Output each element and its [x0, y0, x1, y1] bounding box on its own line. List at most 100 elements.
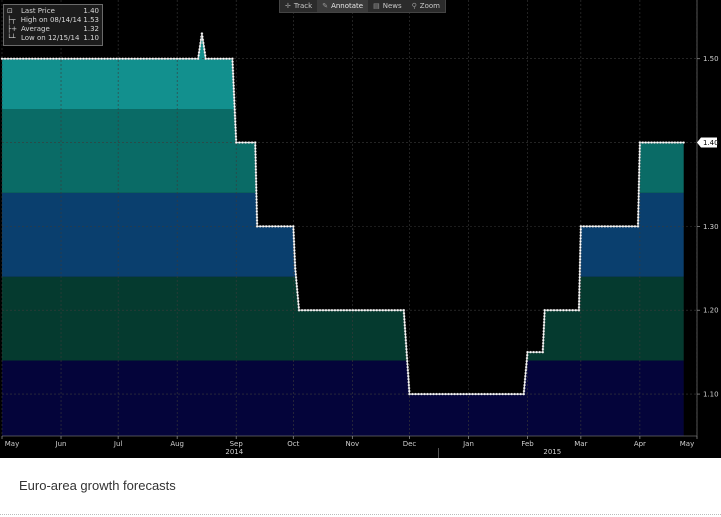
price-point	[542, 320, 546, 324]
price-point	[542, 329, 545, 333]
price-point	[254, 150, 257, 153]
price-point	[0, 57, 4, 60]
price-point	[49, 57, 52, 60]
price-point	[562, 308, 565, 312]
price-point	[399, 308, 403, 312]
chart-legend: ⊡ Last Price 1.40 ├┬ High on 08/14/14 1.…	[3, 4, 103, 46]
price-point	[233, 99, 236, 102]
price-point	[133, 57, 137, 60]
price-point	[342, 308, 346, 312]
price-point	[402, 314, 406, 318]
price-point	[402, 308, 406, 312]
price-point	[280, 225, 283, 228]
price-point	[591, 225, 595, 228]
price-point	[407, 377, 410, 381]
price-point	[210, 57, 213, 60]
price-point	[255, 210, 259, 213]
price-point	[232, 93, 236, 96]
price-point	[254, 174, 258, 177]
last-value-label: 1.40	[703, 139, 719, 147]
price-point	[585, 225, 589, 228]
year-label: 2014	[225, 448, 243, 456]
track-button[interactable]: ✛ Track	[280, 0, 317, 12]
price-point	[579, 231, 582, 234]
price-point	[254, 168, 258, 171]
price-point	[408, 389, 411, 393]
price-point	[407, 386, 411, 390]
area-band-1	[2, 360, 684, 436]
price-point	[682, 141, 685, 144]
price-point	[255, 225, 259, 228]
legend-row-high: ├┬ High on 08/14/14 1.53	[7, 15, 99, 24]
price-point	[636, 222, 640, 225]
zoom-button[interactable]: ⚲ Zoom	[407, 0, 445, 12]
price-point	[546, 308, 550, 312]
price-point	[423, 392, 426, 396]
price-point	[232, 90, 236, 93]
price-point	[541, 344, 545, 348]
price-point	[234, 123, 237, 126]
price-point	[233, 114, 237, 117]
x-tick-label: May	[5, 440, 19, 448]
price-point	[405, 350, 408, 354]
x-tick-label: Dec	[403, 440, 417, 448]
price-point	[638, 156, 641, 159]
price-point	[15, 57, 19, 60]
price-point	[405, 359, 409, 363]
price-point	[294, 273, 298, 276]
price-point	[295, 279, 298, 282]
price-point	[578, 294, 581, 297]
price-point	[324, 308, 328, 312]
price-point	[636, 216, 640, 219]
price-point	[578, 270, 582, 273]
price-point	[294, 270, 297, 273]
legend-label: Average	[21, 24, 50, 33]
price-point	[357, 308, 361, 312]
price-point	[345, 308, 349, 312]
price-point	[254, 159, 257, 162]
price-point	[231, 75, 235, 78]
price-point	[46, 57, 49, 60]
price-point	[535, 350, 538, 354]
price-point	[543, 311, 546, 315]
price-point	[574, 308, 578, 312]
price-point	[295, 288, 299, 291]
price-point	[577, 299, 581, 303]
price-point	[529, 350, 532, 354]
price-point	[254, 144, 257, 147]
price-point	[33, 57, 37, 60]
price-point	[366, 308, 370, 312]
price-point	[222, 57, 225, 60]
price-point	[578, 273, 582, 276]
price-point	[216, 57, 219, 60]
price-point	[303, 308, 307, 312]
price-point	[9, 57, 13, 60]
price-point	[61, 57, 64, 60]
annotate-button[interactable]: ✎ Annotate	[317, 0, 369, 12]
price-point	[295, 282, 298, 285]
price-point	[293, 264, 297, 267]
price-point	[190, 57, 194, 60]
price-point	[444, 392, 447, 396]
price-point	[578, 255, 582, 258]
price-point	[88, 57, 91, 60]
price-point	[543, 314, 546, 318]
price-point	[255, 207, 258, 210]
price-point	[42, 57, 46, 60]
price-point	[404, 338, 408, 342]
price-point	[109, 57, 112, 60]
news-button[interactable]: ▤ News	[368, 0, 407, 12]
price-point	[638, 165, 641, 168]
price-point	[300, 308, 304, 312]
price-point	[526, 350, 529, 354]
price-point	[234, 132, 238, 135]
price-point	[404, 332, 407, 336]
price-point	[255, 222, 259, 225]
price-point	[447, 392, 450, 396]
price-point	[360, 308, 364, 312]
price-point	[250, 141, 254, 144]
price-point	[653, 141, 656, 144]
price-point	[637, 201, 640, 204]
price-point	[542, 323, 546, 327]
caption-divider	[0, 514, 721, 515]
